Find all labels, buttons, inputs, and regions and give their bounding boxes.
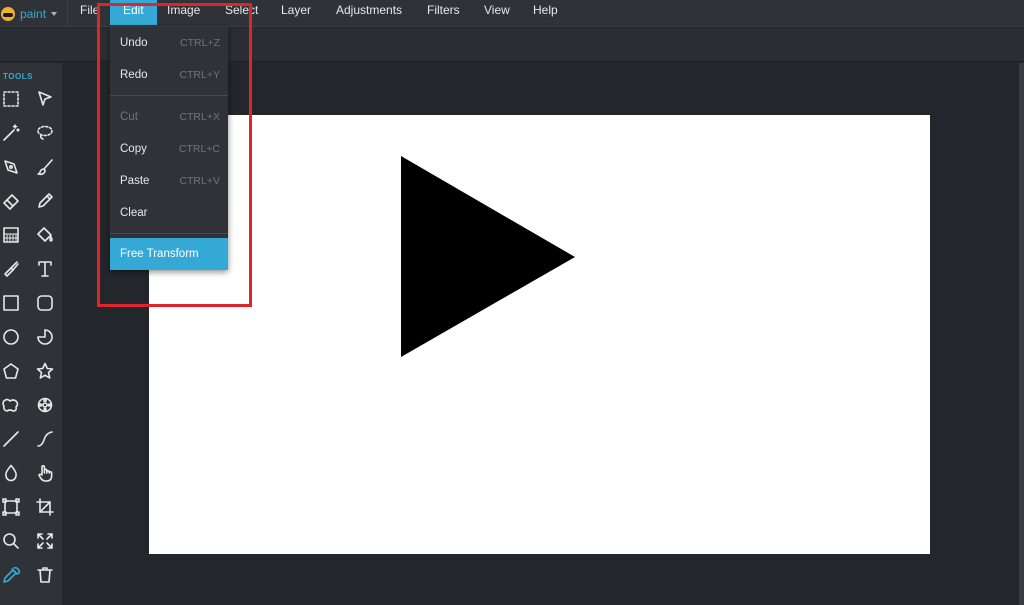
menu-select[interactable]: Select [212,0,271,21]
zoom-icon[interactable] [0,530,22,552]
chevron-down-icon [51,11,58,16]
menu-separator [110,95,228,96]
clone-stamp-icon[interactable] [0,258,22,280]
curve-icon[interactable] [34,428,56,450]
pattern-fill-icon[interactable] [0,224,22,246]
app-name: paint [20,6,47,21]
text-icon[interactable] [34,258,56,280]
menu-redo[interactable]: Redo CTRL+Y [110,59,228,91]
color-picker-icon[interactable] [0,564,22,586]
menu-edit[interactable]: Edit [110,0,157,25]
crop-icon[interactable] [34,496,56,518]
menu-clear[interactable]: Clear [110,197,228,229]
brush-icon[interactable] [34,156,56,178]
paint-logo-icon [1,6,15,21]
menu-copy[interactable]: Copy CTRL+C [110,133,228,165]
menu-adjustments[interactable]: Adjustments [323,0,415,21]
pencil-icon[interactable] [34,190,56,212]
trash-icon[interactable] [34,564,56,586]
ellipse-icon[interactable] [0,326,22,348]
star-icon[interactable] [34,360,56,382]
paint-bucket-icon[interactable] [34,224,56,246]
blob-icon[interactable] [0,394,22,416]
magic-wand-icon[interactable] [0,122,22,144]
transform-icon[interactable] [0,496,22,518]
lasso-icon[interactable] [34,122,56,144]
tools-title: TOOLS [3,72,33,81]
menu-cut: Cut CTRL+X [120,111,220,123]
drawing-canvas[interactable] [149,115,930,554]
app-logo[interactable]: paint [0,0,68,27]
workspace-scrollbar[interactable] [1019,63,1024,605]
pointer-icon[interactable] [34,88,56,110]
gear-shape-icon[interactable] [34,394,56,416]
rectangle-select-icon[interactable] [0,88,22,110]
menu-help[interactable]: Help [520,0,571,21]
canvas-triangle-shape[interactable] [149,115,930,554]
tools-panel: TOOLS [0,63,62,605]
menubar: paint File Edit Image Select Layer Adjus… [0,0,1024,27]
menu-undo[interactable]: Undo CTRL+Z [110,27,228,59]
polygon-icon[interactable] [0,360,22,382]
menu-view[interactable]: View [471,0,523,21]
menu-separator [110,233,228,234]
menu-file[interactable]: File [67,0,112,21]
menu-free-transform[interactable]: Free Transform [110,238,228,270]
line-icon[interactable] [0,428,22,450]
rounded-rectangle-icon[interactable] [34,292,56,314]
pie-icon[interactable] [34,326,56,348]
eraser-icon[interactable] [0,190,22,212]
drop-icon[interactable] [0,462,22,484]
menu-image[interactable]: Image [154,0,213,21]
menu-paste[interactable]: Paste CTRL+V [110,165,228,197]
menu-filters[interactable]: Filters [414,0,473,21]
menu-layer[interactable]: Layer [268,0,324,21]
fit-screen-icon[interactable] [34,530,56,552]
edit-menu-dropdown: Undo CTRL+Z Redo CTRL+Y Cut CTRL+X Copy … [110,27,228,270]
rectangle-icon[interactable] [0,292,22,314]
pen-icon[interactable] [0,156,22,178]
hand-icon[interactable] [34,462,56,484]
